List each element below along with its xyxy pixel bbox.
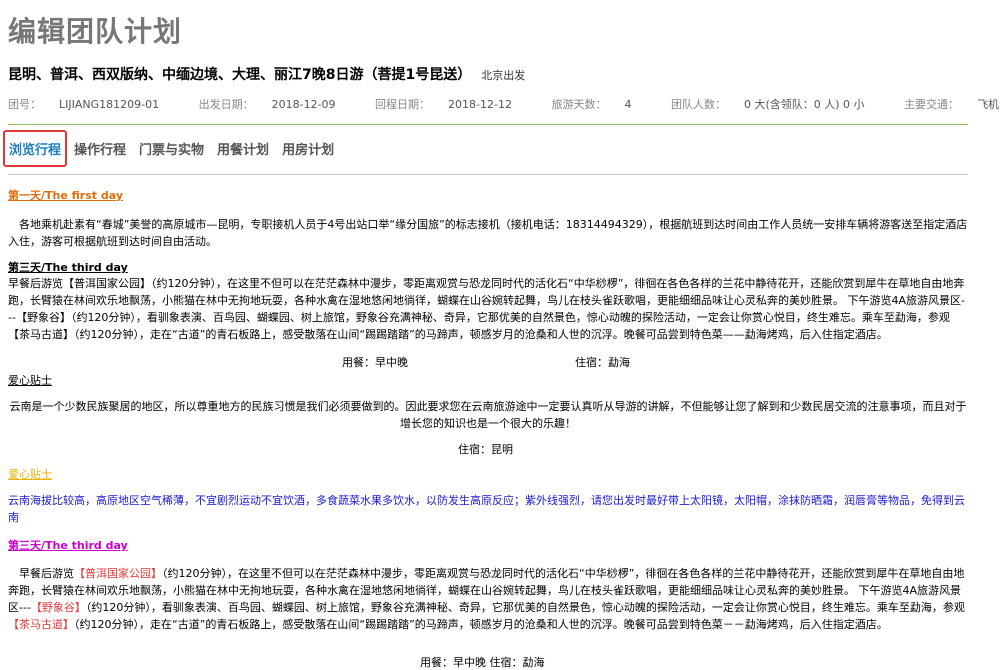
tab-room-plan[interactable]: 用房计划 (276, 139, 340, 158)
day3a-meal: 用餐：早中晚 (342, 356, 408, 369)
tour-meta-row: 团号： LIJIANG181209-01 出发日期： 2018-12-09 回程日期… (8, 96, 1005, 112)
tab-tickets-goods[interactable]: 门票与实物 (133, 139, 210, 158)
day3a-heading: 第三天/The third day (8, 261, 128, 274)
poi-puer-park: 【普洱国家公园】 (74, 567, 162, 580)
tab-browse-itinerary[interactable]: 浏览行程 (3, 129, 68, 167)
tips2-heading: 爱心贴士 (8, 468, 52, 481)
day1-text: 各地乘机赴素有“春城”美誉的高原城市—昆明，专职接机人员于4号出站口举“缘分国旅… (8, 218, 968, 248)
group-size: 团队人数： 0 大(含领队：0 人) 0 小 (670, 98, 865, 111)
departure-city: 北京出发 (481, 69, 526, 82)
day3a-stay: 住宿：勐海 (575, 356, 630, 369)
tab-bar: 浏览行程 操作行程 门票与实物 用餐计划 用房计划 (3, 127, 341, 169)
poi-tea-horse-road: 【茶马古道】 (8, 618, 74, 631)
main-transport: 主要交通： 飞机 (904, 98, 1000, 111)
start-date: 出发日期： 2018-12-09 (198, 98, 336, 111)
tab-divider (8, 174, 968, 175)
page-title: 编辑团队计划 (8, 15, 183, 48)
day3b-heading: 第三天/The third day (8, 539, 128, 552)
travel-days: 旅游天数： 4 (551, 98, 632, 111)
group-number: 团号： LIJIANG181209-01 (8, 98, 160, 111)
return-date: 回程日期： 2018-12-12 (375, 98, 512, 111)
day3a-text: 早餐后游览【普洱国家公园】（约120分钟），在这里不但可以在茫茫森林中漫步，零距… (8, 277, 965, 341)
tips2-text: 云南海拔比较高，高原地区空气稀薄，不宜剧烈运动不宜饮酒，多食蔬菜水果多饮水，以防… (8, 494, 965, 524)
tour-name-text: 昆明、普洱、西双版纳、中缅边境、大理、丽江7晚8日游（菩提1号昆送） (8, 67, 472, 83)
day3b-meal-stay: 用餐：早中晚 住宿：勐海 (420, 656, 545, 669)
tab-meal-plan[interactable]: 用餐计划 (211, 139, 275, 158)
day1-heading: 第一天/The first day (8, 189, 123, 202)
tab-operate-itinerary[interactable]: 操作行程 (68, 139, 132, 158)
tips1-text: 云南是一个少数民族聚居的地区，所以尊重地方的民族习惯是我们必须要做到的。因此要求… (9, 400, 967, 430)
tips1-stay: 住宿：昆明 (458, 443, 513, 456)
tips1-heading: 爱心贴士 (8, 374, 52, 387)
header-divider (8, 124, 968, 125)
poi-wild-elephant-valley: 【野象谷】 (30, 601, 86, 614)
day3b-text: 早餐后游览【普洱国家公园】（约120分钟），在这里不但可以在茫茫森林中漫步，零距… (8, 567, 965, 631)
tour-name: 昆明、普洱、西双版纳、中缅边境、大理、丽江7晚8日游（菩提1号昆送） 北京出发 (8, 64, 525, 84)
